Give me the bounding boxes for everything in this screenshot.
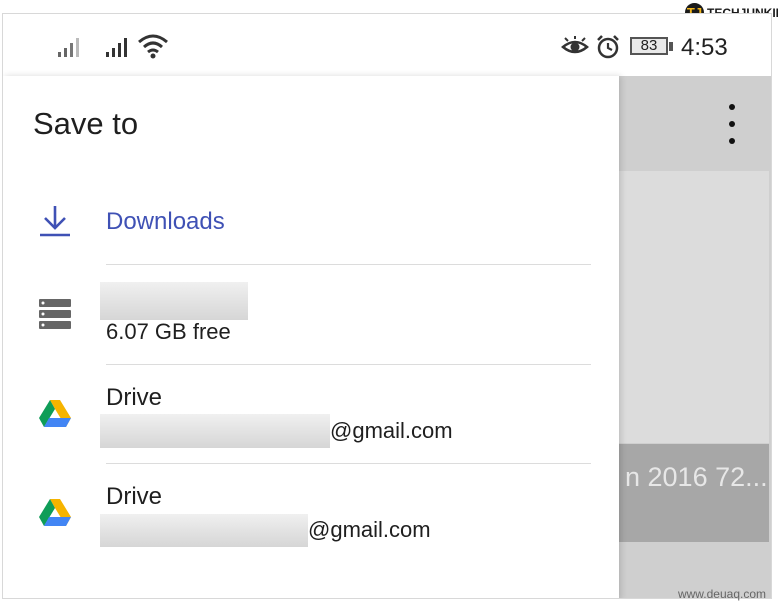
google-drive-icon (39, 400, 71, 427)
divider (106, 463, 591, 464)
background-card (619, 171, 769, 443)
battery-icon: 83 (630, 37, 668, 55)
google-drive-icon (39, 499, 71, 526)
save-to-drawer: Save to Downloads 6.07 GB free Drive @gm… (3, 76, 619, 598)
redacted-email (100, 514, 308, 547)
save-option-downloads[interactable]: Downloads (3, 181, 603, 261)
download-icon (40, 206, 70, 237)
divider (106, 364, 591, 365)
divider (106, 264, 591, 265)
storage-free-space: 6.07 GB free (106, 319, 231, 344)
downloads-label: Downloads (106, 208, 225, 235)
signal-icon (106, 36, 136, 57)
signal-icon (58, 36, 88, 57)
wifi-icon (138, 34, 168, 59)
drive-account: @gmail.com (330, 418, 453, 443)
redacted-email (100, 414, 330, 448)
drive-label: Drive (106, 384, 163, 411)
background-media-caption-area (619, 444, 769, 542)
footer-watermark: www.deuaq.com (677, 587, 766, 601)
background-caption: n 2016 72... (625, 462, 768, 492)
overflow-menu-icon[interactable] (725, 104, 739, 144)
status-bar: 83 4:53 (3, 14, 771, 76)
alarm-icon (597, 35, 619, 59)
battery-tip (669, 42, 673, 51)
drawer-title: Save to (33, 106, 139, 141)
status-time: 4:53 (681, 34, 728, 61)
phone-screen: n 2016 72... 83 4:53 Save to Downloads 6… (2, 13, 772, 599)
drive-label: Drive (106, 483, 163, 510)
save-option-device-storage[interactable]: 6.07 GB free (3, 266, 603, 362)
storage-icon (39, 299, 71, 329)
save-option-drive-1[interactable]: Drive @gmail.com (3, 366, 603, 462)
eye-icon (561, 36, 589, 54)
redacted-storage-name (100, 282, 248, 320)
drive-account: @gmail.com (308, 517, 431, 542)
save-option-drive-2[interactable]: Drive @gmail.com (3, 465, 603, 561)
